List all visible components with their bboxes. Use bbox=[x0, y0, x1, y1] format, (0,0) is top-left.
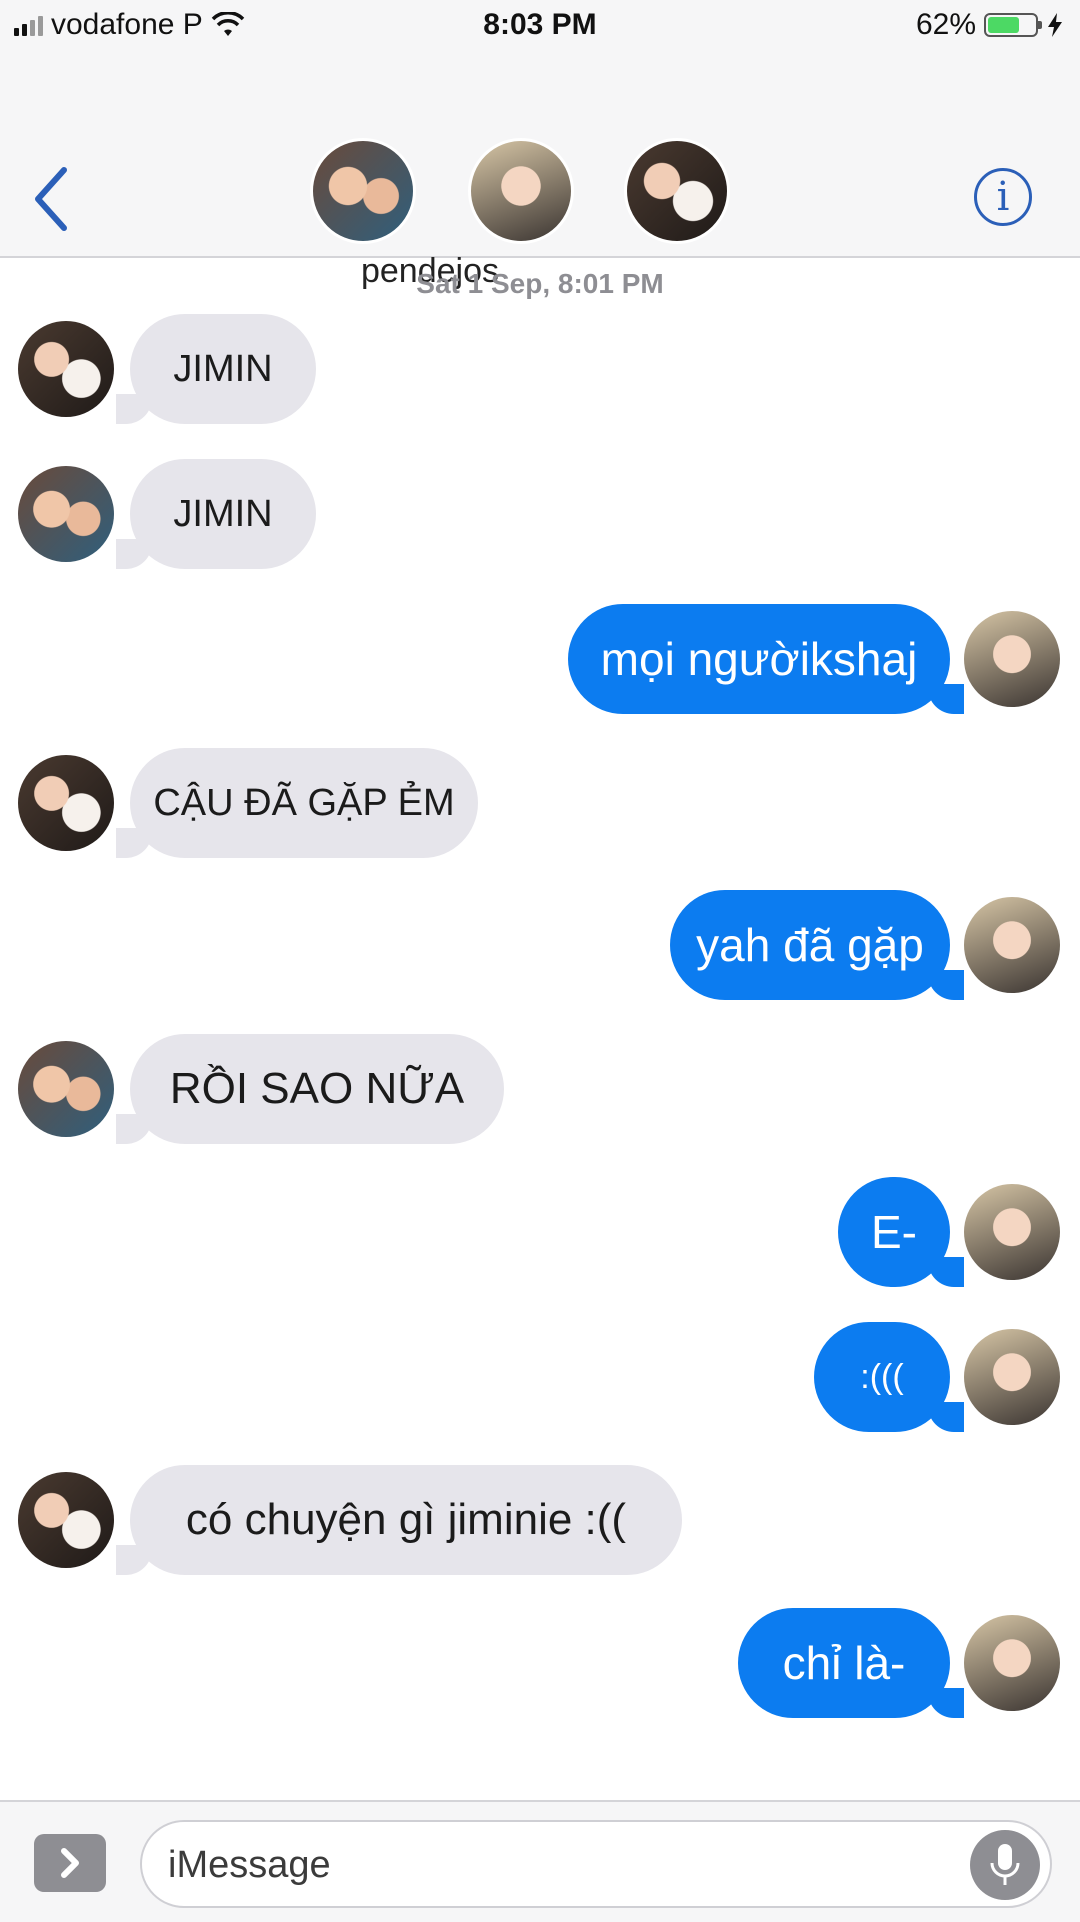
message-text: :((( bbox=[860, 1357, 904, 1396]
message-input[interactable] bbox=[166, 1834, 950, 1896]
avatar[interactable] bbox=[18, 755, 114, 851]
incoming-message-bubble[interactable]: có chuyện gì jiminie :(( bbox=[116, 1465, 682, 1575]
message-text: chỉ là- bbox=[782, 1637, 906, 1689]
incoming-message-bubble[interactable]: JIMIN bbox=[116, 314, 316, 424]
message-row: mọi ngườikshaj bbox=[0, 604, 1080, 714]
incoming-message-bubble[interactable]: RỒI SAO NỮA bbox=[116, 1034, 504, 1144]
avatar[interactable] bbox=[964, 1329, 1060, 1425]
avatar[interactable] bbox=[964, 1184, 1060, 1280]
message-text: E- bbox=[871, 1206, 917, 1258]
conversation-timestamp: Sat 1 Sep, 8:01 PM bbox=[416, 268, 664, 299]
message-row: yah đã gặp bbox=[0, 890, 1080, 1000]
message-composer bbox=[0, 1800, 1080, 1922]
outgoing-message-bubble[interactable]: E- bbox=[838, 1177, 964, 1287]
battery-percent: 62% bbox=[915, 8, 976, 41]
incoming-message-bubble[interactable]: CẬU ĐÃ GẶP ẺM bbox=[116, 748, 478, 858]
message-row: :((( bbox=[0, 1322, 1080, 1432]
avatar[interactable] bbox=[18, 321, 114, 417]
charging-icon bbox=[1048, 13, 1062, 37]
app-store-chevron-icon[interactable] bbox=[34, 1834, 106, 1892]
microphone-icon[interactable] bbox=[970, 1830, 1040, 1900]
info-icon[interactable]: i bbox=[974, 168, 1032, 226]
avatar[interactable] bbox=[18, 1041, 114, 1137]
incoming-message-bubble[interactable]: JIMIN bbox=[116, 459, 316, 569]
avatar[interactable] bbox=[964, 897, 1060, 993]
message-text: JIMIN bbox=[173, 492, 273, 535]
message-row: có chuyện gì jiminie :(( bbox=[0, 1465, 1080, 1575]
outgoing-message-bubble[interactable]: mọi ngườikshaj bbox=[568, 604, 964, 714]
outgoing-message-bubble[interactable]: yah đã gặp bbox=[670, 890, 964, 1000]
avatar[interactable] bbox=[18, 1472, 114, 1568]
avatar bbox=[468, 138, 574, 244]
avatar[interactable] bbox=[964, 1615, 1060, 1711]
message-row: E- bbox=[0, 1177, 1080, 1287]
avatar bbox=[624, 138, 730, 244]
outgoing-message-bubble[interactable]: :((( bbox=[814, 1322, 964, 1432]
chevron-right-icon bbox=[61, 1848, 79, 1878]
conversation-header: pendejos i bbox=[0, 56, 1080, 290]
message-text: RỒI SAO NỮA bbox=[169, 1064, 465, 1113]
avatar bbox=[310, 138, 416, 244]
message-text: có chuyện gì jiminie :(( bbox=[185, 1495, 627, 1544]
message-row: JIMIN bbox=[0, 459, 1080, 569]
battery-icon bbox=[984, 13, 1042, 37]
message-row: JIMIN bbox=[0, 314, 1080, 424]
chevron-left-icon[interactable] bbox=[26, 164, 78, 234]
message-row: chỉ là- bbox=[0, 1608, 1080, 1718]
message-text: mọi ngườikshaj bbox=[600, 633, 918, 685]
outgoing-message-bubble[interactable]: chỉ là- bbox=[738, 1608, 964, 1718]
message-text: JIMIN bbox=[173, 347, 273, 390]
group-avatars[interactable] bbox=[310, 138, 730, 248]
status-bar: vodafone P 8:03 PM 62% bbox=[0, 0, 1080, 56]
message-text: yah đã gặp bbox=[696, 919, 924, 971]
avatar[interactable] bbox=[964, 611, 1060, 707]
message-row: RỒI SAO NỮA bbox=[0, 1034, 1080, 1144]
avatar[interactable] bbox=[18, 466, 114, 562]
message-text: CẬU ĐÃ GẶP ẺM bbox=[153, 781, 455, 824]
message-row: CẬU ĐÃ GẶP ẺM bbox=[0, 748, 1080, 858]
mic-glyph bbox=[990, 1844, 1020, 1885]
battery-group: 62% bbox=[916, 8, 1064, 42]
message-input-wrapper[interactable] bbox=[140, 1820, 1052, 1908]
